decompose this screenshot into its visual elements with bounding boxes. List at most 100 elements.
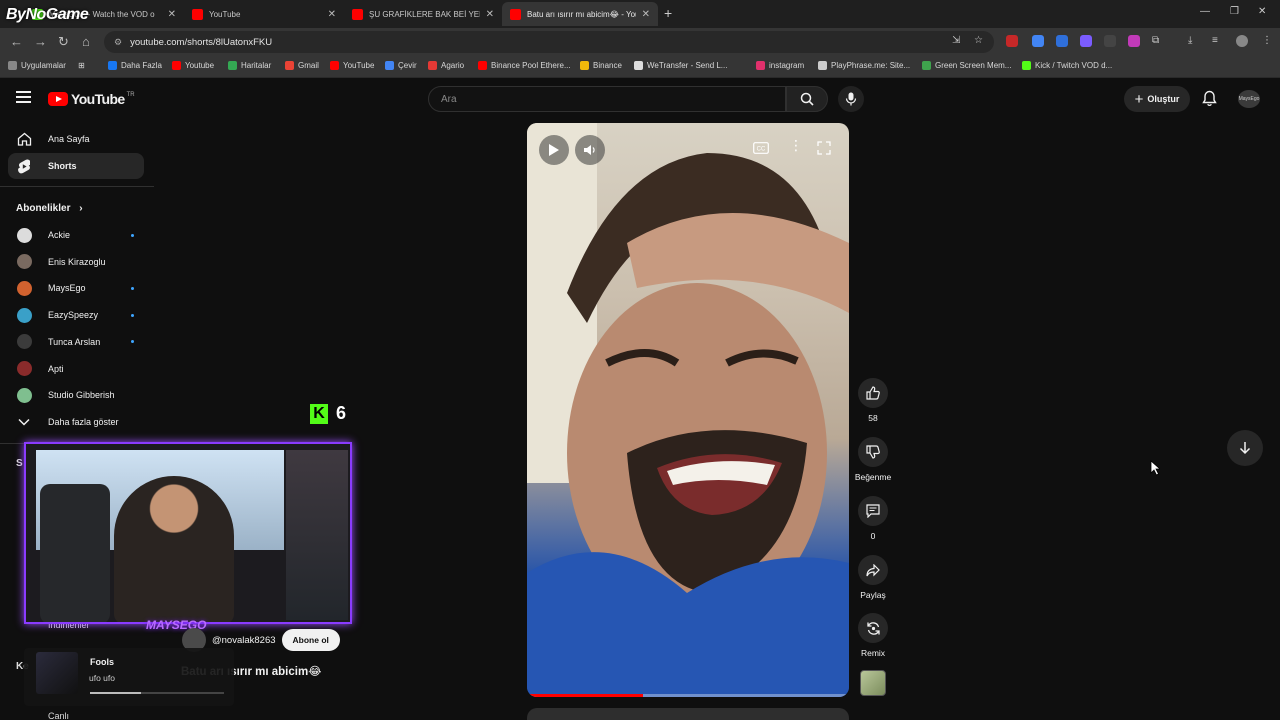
bookmark-star-icon[interactable]: ☆	[974, 35, 983, 46]
youtube-logo[interactable]: YouTube TR	[48, 91, 135, 107]
sidebar-subscription-item[interactable]: Studio Gibberish	[8, 382, 144, 408]
media-control-icon[interactable]: ≡	[1212, 35, 1218, 46]
tab-youtube[interactable]: YouTube ✕	[184, 2, 344, 26]
close-tab-icon[interactable]: ✕	[168, 9, 176, 20]
sidebar-subscription-item[interactable]: MaysEgo	[8, 275, 144, 301]
bookmark-item[interactable]: Kick / Twitch VOD d...	[1022, 61, 1112, 70]
sidebar-subscription-item[interactable]: Ackie	[8, 222, 144, 248]
fullscreen-button[interactable]	[817, 141, 831, 160]
next-short-button[interactable]	[1227, 430, 1263, 466]
sidebar-subscription-item[interactable]: Apti	[8, 356, 144, 382]
account-avatar[interactable]: MaysEgo	[1238, 90, 1260, 108]
captions-button[interactable]: CC	[753, 141, 769, 159]
comments-circle	[858, 496, 888, 526]
remix-button[interactable]: Remix	[855, 613, 891, 658]
bookmark-item[interactable]: Daha Fazla	[108, 61, 162, 70]
sound-thumbnail[interactable]	[860, 670, 886, 696]
url-text: youtube.com/shorts/8lUatonxFKU	[130, 36, 273, 48]
subscriptions-heading[interactable]: Abonelikler ›	[16, 203, 83, 214]
remix-label: Remix	[860, 648, 886, 658]
search-input[interactable]: Ara	[428, 86, 786, 112]
bookmark-item[interactable]: WeTransfer - Send L...	[634, 61, 727, 70]
tab-grafikler[interactable]: ŞU GRAFİKLERE BAK BEİ YEPYE ✕	[344, 2, 502, 26]
translate-extension-icon[interactable]	[1032, 35, 1044, 47]
close-tab-icon[interactable]: ✕	[328, 9, 336, 20]
restore-icon[interactable]: ❐	[1230, 6, 1239, 17]
extensions-puzzle-icon[interactable]: ⧉	[1152, 35, 1159, 46]
forward-icon[interactable]: →	[34, 34, 47, 49]
browser-menu-icon[interactable]: ⋮	[1262, 35, 1272, 46]
bookmark-item[interactable]: Agario	[428, 61, 464, 70]
dislike-button[interactable]: Beğenme	[855, 437, 891, 482]
bookmark-item[interactable]: Youtube	[172, 61, 214, 70]
close-window-icon[interactable]: ✕	[1258, 6, 1266, 17]
bookmark-item[interactable]: Green Screen Mem...	[922, 61, 1011, 70]
sidebar-item-home[interactable]: Ana Sayfa	[8, 126, 144, 152]
new-content-dot	[131, 313, 134, 317]
bookmark-item[interactable]: instagram	[756, 61, 804, 70]
close-tab-icon[interactable]: ✕	[642, 9, 650, 20]
subscribe-button[interactable]: Abone ol	[281, 629, 340, 651]
bookmark-item[interactable]: YouTube	[330, 61, 374, 70]
share-circle	[858, 555, 888, 585]
bookmark-item[interactable]: Binance	[580, 61, 622, 70]
sidebar-item-live[interactable]: Canlı	[48, 711, 69, 720]
bookmark-item[interactable]: Haritalar	[228, 61, 271, 70]
apps-grid-icon[interactable]: ⊞	[78, 61, 85, 70]
bookmark-item[interactable]: PlayPhrase.me: Site...	[818, 61, 910, 70]
video-progress-bar[interactable]	[527, 694, 849, 697]
site-info-icon[interactable]: ⚙	[114, 37, 122, 48]
kick-viewer-count: 6	[336, 403, 347, 423]
captions-icon: CC	[753, 142, 769, 154]
more-options-icon[interactable]: ⋮	[789, 137, 803, 154]
play-button[interactable]	[539, 135, 569, 165]
close-tab-icon[interactable]: ✕	[486, 9, 494, 20]
search-button[interactable]	[786, 86, 828, 112]
minimize-icon[interactable]: —	[1200, 6, 1210, 17]
new-tab-icon[interactable]: +	[664, 5, 672, 21]
tab-title: YouTube	[209, 9, 241, 19]
extension-icon[interactable]	[1056, 35, 1068, 47]
share-button[interactable]: Paylaş	[855, 555, 891, 600]
sidebar-item-shorts[interactable]: Shorts	[8, 153, 144, 179]
channel-name[interactable]: @novalak8263	[212, 635, 276, 646]
next-short-preview[interactable]	[527, 708, 849, 720]
bookmark-label: Kick / Twitch VOD d...	[1035, 61, 1113, 70]
bookmark-favicon-icon	[8, 61, 17, 70]
voice-search-button[interactable]	[838, 86, 864, 112]
install-app-icon[interactable]: ⇲	[952, 35, 960, 46]
sidebar-subscription-item[interactable]: Enis Kirazoglu	[8, 249, 144, 275]
short-video-player[interactable]: CC ⋮	[527, 123, 849, 697]
volume-button[interactable]	[575, 135, 605, 165]
bookmark-item[interactable]: Gmail	[285, 61, 319, 70]
bookmark-item[interactable]: Çevir	[385, 61, 417, 70]
bookmark-favicon-icon	[922, 61, 931, 70]
microphone-icon	[845, 92, 857, 106]
bookmark-item[interactable]: Binance Pool Ethere...	[478, 61, 571, 70]
reload-icon[interactable]: ↻	[58, 34, 69, 50]
hamburger-menu-icon[interactable]	[16, 91, 31, 103]
back-icon[interactable]: ←	[10, 34, 23, 49]
download-icon[interactable]: ⤓	[1188, 35, 1192, 46]
address-bar[interactable]: ⚙ youtube.com/shorts/8lUatonxFKU	[104, 31, 994, 53]
profile-avatar[interactable]	[1236, 35, 1248, 47]
extension-icon[interactable]	[1128, 35, 1140, 47]
comments-button[interactable]: 0	[855, 496, 891, 541]
tab-batu-short[interactable]: Batu arı ısırır mı abicim😂 - You ✕	[502, 2, 658, 26]
show-more-button[interactable]: Daha fazla göster	[8, 409, 144, 435]
create-button[interactable]: + Oluştur	[1124, 86, 1190, 112]
comment-count: 0	[870, 531, 876, 541]
home-icon[interactable]: ⌂	[82, 34, 90, 49]
extension-new-icon[interactable]	[1006, 35, 1018, 47]
bookmark-label: Gmail	[298, 61, 319, 70]
like-button[interactable]: 58	[855, 378, 891, 423]
like-count: 58	[868, 413, 878, 423]
chevron-down-icon	[16, 414, 32, 430]
sidebar-item-label: Apti	[48, 363, 64, 374]
notifications-button[interactable]	[1202, 90, 1217, 112]
extension-icon[interactable]	[1080, 35, 1092, 47]
extension-icon[interactable]	[1104, 35, 1116, 47]
sidebar-subscription-item[interactable]: EazySpeezy	[8, 302, 144, 328]
bookmark-item[interactable]: Uygulamalar	[8, 61, 66, 70]
sidebar-subscription-item[interactable]: Tunca Arslan	[8, 329, 144, 355]
